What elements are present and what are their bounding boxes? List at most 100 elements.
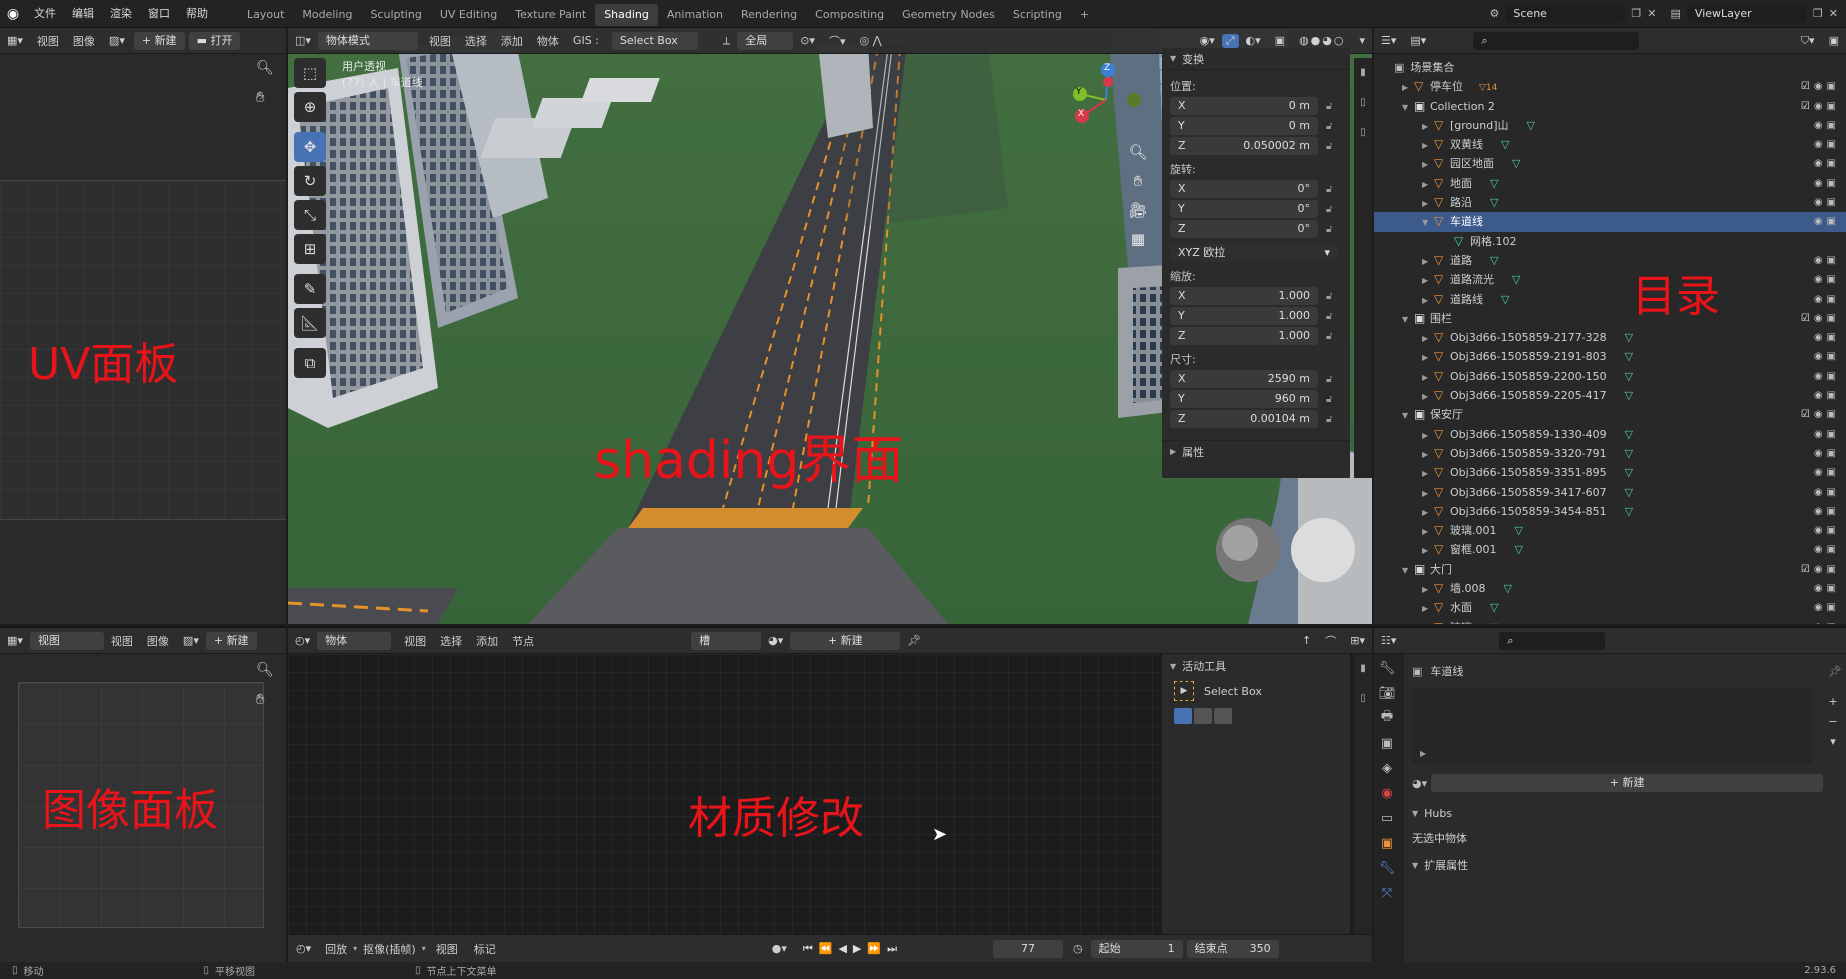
- eye-icon[interactable]: ◉: [1814, 139, 1827, 150]
- gis-menu[interactable]: GIS :: [566, 34, 606, 47]
- viewport-add-menu[interactable]: 添加: [494, 33, 530, 49]
- eye-icon[interactable]: ◉: [1814, 120, 1827, 131]
- snap-icon[interactable]: ⌒▾: [822, 33, 853, 49]
- mesh-data-icon[interactable]: ▽: [1490, 177, 1498, 190]
- include-checkbox-icon[interactable]: ☑: [1801, 101, 1814, 112]
- active-tool-title[interactable]: 活动工具: [1182, 658, 1226, 674]
- shader-editor-type-icon[interactable]: ◴▾: [288, 634, 317, 647]
- outliner-search-input[interactable]: ⌕: [1473, 31, 1640, 50]
- eye-icon[interactable]: ◉: [1814, 255, 1827, 266]
- render-camera-icon[interactable]: ▣: [1827, 602, 1840, 613]
- mode-extend-icon[interactable]: [1194, 708, 1212, 724]
- expand-open-icon[interactable]: ▼: [1402, 406, 1414, 425]
- keying-menu[interactable]: 抠像(插帧): [357, 941, 422, 957]
- render-camera-icon[interactable]: ▣: [1827, 390, 1840, 401]
- expand-closed-icon[interactable]: ▶: [1422, 136, 1434, 155]
- eye-icon[interactable]: ◉: [1814, 448, 1827, 459]
- parent-node-icon[interactable]: ↑: [1295, 634, 1318, 647]
- node-select-menu[interactable]: 选择: [433, 633, 469, 649]
- ortho-toggle-icon[interactable]: ▦: [1126, 225, 1150, 254]
- world-props-icon[interactable]: ◉: [1374, 782, 1400, 804]
- view-layer-props-icon[interactable]: ▣: [1374, 732, 1400, 754]
- eye-icon[interactable]: ◉: [1814, 197, 1827, 208]
- mesh-data-icon[interactable]: ▽: [1527, 119, 1535, 132]
- location-y-field[interactable]: Y 0 m: [1170, 117, 1318, 135]
- lock-icon[interactable]: 🔓︎: [1326, 204, 1332, 215]
- mesh-data-icon[interactable]: ▽: [1625, 466, 1633, 479]
- eye-icon[interactable]: ◉: [1814, 602, 1827, 613]
- outliner-row[interactable]: ▶ ▽ [ground]山 ▽ ◉▣: [1374, 116, 1846, 135]
- expand-closed-icon[interactable]: ▶: [1422, 348, 1434, 367]
- render-camera-icon[interactable]: ▣: [1827, 274, 1840, 285]
- render-camera-icon[interactable]: ▣: [1827, 255, 1840, 266]
- properties-expand-icon[interactable]: ▶: [1170, 447, 1176, 456]
- location-x-field[interactable]: X 0 m: [1170, 97, 1318, 115]
- rotation-x-field[interactable]: X 0°: [1170, 180, 1318, 198]
- expand-closed-icon[interactable]: ▶: [1422, 541, 1434, 560]
- render-camera-icon[interactable]: ▣: [1827, 139, 1840, 150]
- dimensions-x-field[interactable]: X 2590 m: [1170, 370, 1318, 388]
- outliner-row[interactable]: ▶ ▽ 道路线 ▽ ◉▣: [1374, 290, 1846, 309]
- mesh-data-icon[interactable]: ▽: [1625, 331, 1633, 344]
- active-tool-collapse-icon[interactable]: ▼: [1170, 662, 1176, 671]
- expand-open-icon[interactable]: ▼: [1422, 213, 1434, 232]
- eye-icon[interactable]: ◉: [1814, 216, 1827, 227]
- end-frame-field[interactable]: 结束点 350: [1186, 939, 1279, 958]
- tool-add-cube-icon[interactable]: ⧉: [294, 348, 326, 378]
- sidebar-tab-view[interactable]: ▯: [1354, 118, 1372, 148]
- uv-view-menu[interactable]: 视图: [30, 33, 66, 49]
- outliner-row[interactable]: ▶ ▽ Obj3d66-1505859-2191-803 ▽ ◉▣: [1374, 347, 1846, 366]
- expand-closed-icon[interactable]: ▶: [1422, 175, 1434, 194]
- eye-icon[interactable]: ◉: [1814, 371, 1827, 382]
- scene-selector[interactable]: Scene: [1505, 4, 1626, 23]
- select-box-tool-icon[interactable]: ▶: [1174, 681, 1194, 701]
- include-checkbox-icon[interactable]: ☑: [1801, 313, 1814, 324]
- mesh-data-icon[interactable]: ▽: [1625, 447, 1633, 460]
- render-camera-icon[interactable]: ▣: [1827, 197, 1840, 208]
- playback-controls[interactable]: ⏮⏪◀▶⏩⏭: [803, 942, 903, 956]
- mesh-data-icon[interactable]: ▽: [1625, 505, 1633, 518]
- collection-props-icon[interactable]: ▭: [1374, 807, 1400, 829]
- tab-rendering[interactable]: Rendering: [732, 4, 806, 26]
- lock-icon[interactable]: 🔓︎: [1326, 224, 1332, 235]
- slot-list-expand-icon[interactable]: ▶: [1420, 749, 1426, 758]
- viewport-object-menu[interactable]: 物体: [530, 33, 566, 49]
- outliner-row[interactable]: ▶ ▽ Obj3d66-1505859-3351-895 ▽ ◉▣: [1374, 463, 1846, 482]
- render-camera-icon[interactable]: ▣: [1827, 158, 1840, 169]
- tab-scripting[interactable]: Scripting: [1004, 4, 1071, 26]
- close-viewlayer-icon[interactable]: ✕: [1829, 7, 1838, 20]
- expand-open-icon[interactable]: ▼: [1402, 98, 1414, 117]
- outliner-row[interactable]: ▼ ▣ 围栏 ☑◉▣: [1374, 309, 1846, 328]
- properties-new-material-button[interactable]: + 新建: [1431, 774, 1824, 792]
- render-camera-icon[interactable]: ▣: [1827, 467, 1840, 478]
- mesh-data-icon[interactable]: ▽: [1490, 254, 1498, 267]
- new-material-button[interactable]: + 新建: [790, 631, 901, 650]
- ext-props-title[interactable]: 扩展属性: [1424, 857, 1468, 873]
- expand-closed-icon[interactable]: ▶: [1422, 329, 1434, 348]
- properties-editor-type-icon[interactable]: ☷▾: [1374, 634, 1403, 647]
- tab-texture-paint[interactable]: Texture Paint: [506, 4, 595, 26]
- menu-help[interactable]: 帮助: [178, 0, 216, 28]
- menu-edit[interactable]: 编辑: [64, 0, 102, 28]
- render-camera-icon[interactable]: ▣: [1827, 371, 1840, 382]
- snap-node-icon[interactable]: ⌒: [1318, 633, 1343, 649]
- mesh-data-icon[interactable]: ▽: [1625, 350, 1633, 363]
- outliner-row[interactable]: ▶ ▽ Obj3d66-1505859-3454-851 ▽ ◉▣: [1374, 502, 1846, 521]
- outliner-row[interactable]: ▶ ▽ Obj3d66-1505859-2200-150 ▽ ◉▣: [1374, 367, 1846, 386]
- mesh-data-icon[interactable]: ▽: [1490, 196, 1498, 209]
- eye-icon[interactable]: ◉: [1814, 467, 1827, 478]
- clock-icon[interactable]: ◷: [1073, 942, 1083, 955]
- menu-render[interactable]: 渲染: [102, 0, 140, 28]
- rotation-z-field[interactable]: Z 0°: [1170, 220, 1318, 238]
- pivot-icon[interactable]: ⊙▾: [793, 34, 822, 47]
- display-mode-icon[interactable]: ▤▾: [1403, 34, 1433, 47]
- outliner-row[interactable]: ▼ ▽ 车道线 ◉▣: [1374, 212, 1846, 232]
- eye-icon[interactable]: ◉: [1814, 313, 1827, 324]
- material-slot-list[interactable]: ▶: [1412, 688, 1812, 764]
- eye-icon[interactable]: ◉: [1814, 274, 1827, 285]
- outliner-row[interactable]: ▼ ▣ 保安厅 ☑◉▣: [1374, 405, 1846, 424]
- mesh-data-icon[interactable]: ▽: [1512, 157, 1520, 170]
- render-camera-icon[interactable]: ▣: [1827, 313, 1840, 324]
- tab-sculpting[interactable]: Sculpting: [361, 4, 430, 26]
- uv-image-menu[interactable]: 图像: [66, 33, 102, 49]
